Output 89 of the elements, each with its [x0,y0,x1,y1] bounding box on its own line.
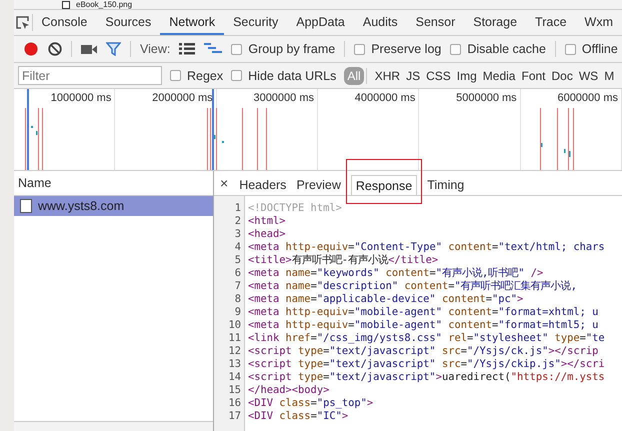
option-label: Group by frame [248,42,336,56]
list-view-icon[interactable] [179,43,196,55]
code-line: <script type="text/javascript" src="/Ysjs/ck.js"></scrip [248,345,600,358]
filter-icon[interactable] [106,42,121,56]
time-tick-label: 3000000 ms [253,92,314,104]
code-line: <meta name="keywords" content="有声小说,听书吧" /> [248,267,544,280]
line-number: 13 [227,358,241,371]
time-tick-label: 6000000 ms [557,92,618,104]
detail-tab[interactable]: Headers [234,174,292,195]
panel-tab[interactable]: Audits [354,10,407,35]
line-number: 4 [234,241,241,254]
option-label: Disable cache [467,42,546,56]
type-filter[interactable]: Img [454,66,480,84]
line-number: 3 [234,228,241,241]
code-line: <link href="/css_img/ysts8.css" rel="stylesheet" type="te [248,332,606,345]
line-number: 9 [234,306,241,319]
panel-tab[interactable]: Storage [464,10,526,35]
line-number: 2 [234,215,241,228]
checkbox[interactable] [564,44,576,54]
checkbox[interactable] [231,70,242,81]
code-line: <meta name="applicable-device" content="pc"> [248,293,524,306]
time-tick-label: 2000000 ms [152,92,213,104]
inspect-icon[interactable] [14,14,31,30]
line-number: 12 [227,345,241,358]
record-button[interactable] [23,41,39,57]
time-tick-label: 1000000 ms [50,92,112,104]
option-label: Preserve log [371,42,442,56]
line-number: 1 [234,202,241,215]
time-tick-label: 4000000 ms [354,92,416,104]
panel-tab[interactable]: Trace [526,10,576,35]
code-line: <DIV class="IC"> [248,410,350,423]
code-line: <title>有声听书吧-有声小说</title> [248,254,440,267]
code-line: <script type="text/javascript" src="/Ysjs/ckip.js"></scri [248,358,606,371]
code-line: <meta http-equiv="mobile-agent" content="format=xhtml; u [248,306,600,319]
code-line: <html> [248,215,287,228]
checkbox[interactable] [170,70,181,81]
clear-icon[interactable] [48,42,62,56]
document-icon [20,199,32,213]
type-filter[interactable]: XHR [372,66,404,84]
line-number: 7 [234,280,241,293]
line-number: 10 [227,319,241,332]
line-number: 6 [234,267,241,280]
line-number: 5 [234,254,241,267]
line-number: 15 [227,384,241,397]
type-filter[interactable]: WS [576,66,602,84]
video-camera-icon[interactable] [81,44,97,54]
line-number: 16 [227,397,241,410]
code-line: <meta http-equiv="mobile-agent" content="format=html5; u [248,319,600,332]
checkbox[interactable] [354,44,366,54]
line-number: 14 [227,371,241,384]
option-label: Hide data URLs [248,68,336,82]
panel-tab[interactable]: Sensor [406,10,464,35]
line-number: 8 [234,293,241,306]
type-filter[interactable]: Doc [548,66,576,84]
type-filter[interactable]: CSS [423,66,454,84]
panel-tab[interactable]: Sources [96,10,160,35]
line-number: 17 [227,410,241,423]
name-column-header: Name [18,176,52,190]
detail-tab[interactable]: Response [350,175,418,195]
view-label: View: [140,42,170,56]
panel-tab[interactable]: Security [224,10,288,35]
request-row[interactable]: www.ysts8.com [14,196,213,216]
option-label: Regex [187,68,224,82]
detail-tab[interactable]: Preview [291,174,346,195]
close-button[interactable]: × [218,171,234,195]
code-line: <head> [248,228,287,241]
code-line: <meta http-equiv="Content-Type" content="text/html; chars [248,241,606,254]
type-filter[interactable]: Font [518,66,548,84]
waterfall-view-icon[interactable] [204,43,222,55]
code-line: <!DOCTYPE html> [248,202,343,215]
checkbox[interactable] [231,44,242,54]
panel-tab[interactable]: Wxm [576,10,622,35]
file-name: eBook_150.png [76,0,132,9]
code-line: <DIV class="ps_top"> [248,397,374,410]
line-number: 11 [227,332,241,345]
code-line: <meta name="description" content="有声听书吧汇集有声小说, [248,280,578,293]
type-filter[interactable]: Media [480,66,518,84]
type-filter[interactable]: M [601,66,618,84]
checkbox[interactable] [450,44,462,54]
code-line: <script type="text/javascript">uaredirect("https://m.ysts [248,371,606,384]
time-tick-label: 5000000 ms [456,92,517,104]
panel-tab[interactable]: Console [32,10,96,35]
request-name: www.ysts8.com [38,199,124,213]
filter-field[interactable]: Filter [18,66,162,85]
option-label: Offline [582,42,618,56]
panel-tab[interactable]: AppData [287,10,354,35]
detail-tab[interactable]: Timing [422,174,470,195]
type-filter[interactable]: JS [403,66,424,84]
code-line: </head><body> [248,384,330,397]
